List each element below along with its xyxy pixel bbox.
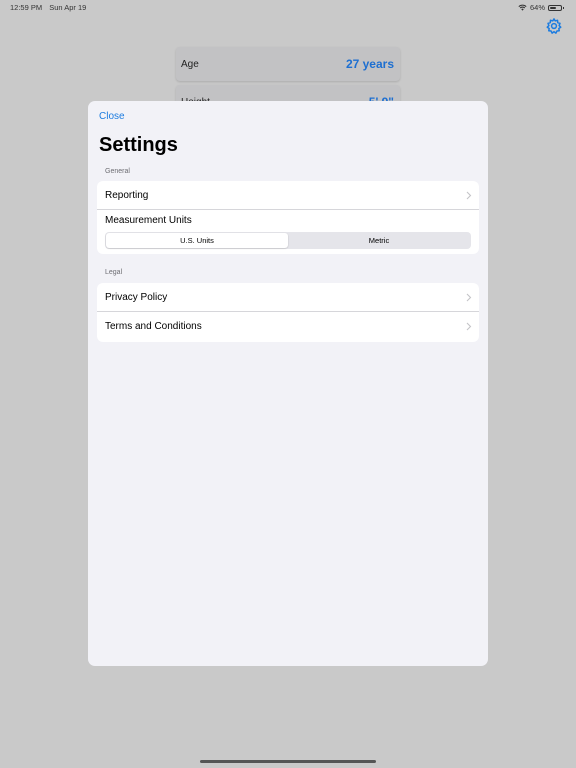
terms-and-conditions-label: Terms and Conditions [105,321,202,332]
gear-icon[interactable] [545,17,563,35]
section-header-general: General [105,168,130,175]
measurement-units-segmented-control: U.S. Units Metric [105,232,471,249]
close-button[interactable]: Close [99,111,125,122]
status-date: Sun Apr 19 [49,3,87,12]
age-value: 27 years [345,57,394,71]
general-group: Reporting Measurement Units U.S. Units M… [97,181,479,254]
status-right: 64% [518,3,564,12]
wifi-icon [518,4,527,11]
page-title: Settings [99,134,178,156]
measurement-units-label: Measurement Units [105,214,192,226]
battery-icon [548,4,564,11]
segment-metric[interactable]: Metric [288,233,470,248]
battery-percentage: 64% [529,3,545,12]
legal-group: Privacy Policy Terms and Conditions [97,283,479,342]
section-header-legal: Legal [105,269,123,276]
age-label: Age [181,59,199,70]
home-indicator[interactable] [200,760,376,763]
reporting-row[interactable]: Reporting [97,181,479,210]
privacy-policy-row[interactable]: Privacy Policy [97,283,479,312]
chevron-right-icon [466,191,472,200]
segment-us-units[interactable]: U.S. Units [106,233,288,248]
status-time: 12:59 PM [10,3,43,12]
chevron-right-icon [466,293,472,302]
status-left: 12:59 PM Sun Apr 19 [10,3,86,12]
age-card: Age 27 years [176,47,400,81]
terms-and-conditions-row[interactable]: Terms and Conditions [97,312,479,341]
privacy-policy-label: Privacy Policy [105,291,168,303]
chevron-right-icon [466,322,472,331]
battery-fill [550,6,557,9]
status-bar: 12:59 PM Sun Apr 19 64% [0,0,576,14]
measurement-units-label-row: Measurement Units [97,210,479,230]
settings-modal: Close Settings General Reporting Measure… [88,101,488,666]
reporting-label: Reporting [105,189,149,201]
